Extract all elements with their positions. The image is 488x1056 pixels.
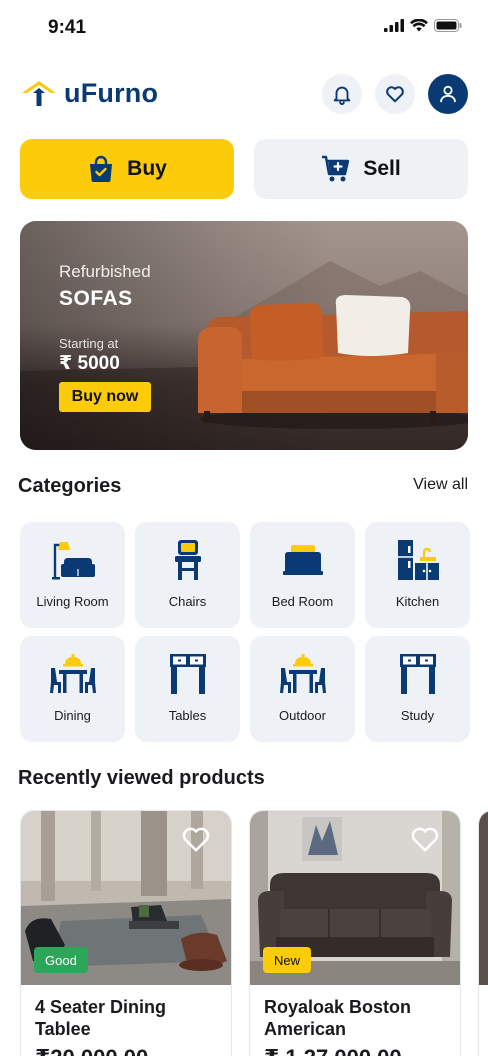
category-living-room[interactable]: Living Room (20, 522, 125, 628)
study-desk-icon (399, 654, 436, 694)
logo-text: uFurno (64, 78, 159, 108)
buy-mode-button[interactable]: Buy (20, 139, 234, 199)
product-price: ₹ 1,27,000.00 (264, 1045, 402, 1056)
recently-viewed-carousel[interactable]: Good 4 Seater Dining Tablee ₹20,000.00 (20, 810, 488, 1056)
favorite-heart-icon[interactable] (181, 825, 211, 853)
category-label: Living Room (36, 594, 109, 609)
status-icons (384, 19, 462, 32)
bed-icon (282, 545, 323, 575)
category-label: Kitchen (395, 594, 440, 609)
outdoor-icon (279, 654, 326, 693)
category-bed-room[interactable]: Bed Room (250, 522, 355, 628)
banner-title: SOFAS (59, 287, 133, 310)
wishlist-button[interactable] (375, 74, 415, 114)
category-label: Study (400, 708, 435, 723)
category-dining[interactable]: Dining (20, 636, 125, 742)
category-outdoor[interactable]: Outdoor (250, 636, 355, 742)
product-image (479, 811, 488, 985)
status-bar: 9:41 (0, 0, 488, 54)
promo-banner[interactable]: Refurbished SOFAS Starting at ₹ 5000 Buy… (20, 221, 468, 450)
bell-icon (333, 86, 351, 105)
categories-grid: Living Room Chairs Bed Room Kitchen Dini… (20, 522, 470, 742)
category-tables[interactable]: Tables (135, 636, 240, 742)
product-name: Royaloak Boston American (264, 997, 412, 1039)
wifi-icon (410, 19, 428, 32)
shopping-bag-icon (90, 155, 113, 182)
view-all-link[interactable]: View all (413, 476, 468, 494)
buy-now-button[interactable]: Buy now (59, 382, 151, 412)
app-header: uFurno (0, 70, 488, 126)
app-logo[interactable]: uFurno (20, 78, 158, 109)
category-chairs[interactable]: Chairs (135, 522, 240, 628)
product-card[interactable]: New Royaloak Boston American ₹ 1,27,000.… (249, 810, 461, 1056)
sofa-image (198, 295, 468, 429)
category-label: Tables (168, 708, 207, 723)
battery-icon (434, 19, 462, 32)
dining-icon (49, 654, 96, 693)
status-time: 9:41 (48, 17, 87, 38)
product-card-partial[interactable] (478, 810, 488, 1056)
product-name: 4 Seater Dining Tablee (35, 997, 167, 1039)
chair-icon (174, 540, 201, 580)
banner-subtitle: Refurbished (59, 262, 151, 281)
kitchen-icon (397, 540, 439, 580)
categories-title: Categories (18, 475, 122, 497)
product-price: ₹20,000.00 (35, 1045, 148, 1056)
cellular-signal-icon (384, 19, 404, 32)
profile-button[interactable] (428, 74, 468, 114)
category-study[interactable]: Study (365, 636, 470, 742)
house-logo-icon (22, 80, 56, 106)
sell-label: Sell (363, 157, 401, 180)
heart-icon (386, 86, 404, 103)
category-label: Chairs (168, 594, 207, 609)
banner-starting-label: Starting at (59, 336, 119, 351)
cart-add-icon (322, 155, 350, 182)
recently-viewed-title: Recently viewed products (18, 767, 265, 789)
product-card[interactable]: Good 4 Seater Dining Tablee ₹20,000.00 (20, 810, 232, 1056)
sell-mode-button[interactable]: Sell (254, 139, 468, 199)
banner-price: ₹ 5000 (59, 353, 120, 374)
category-label: Dining (54, 708, 91, 723)
buy-label: Buy (127, 157, 167, 180)
condition-badge: New (263, 947, 312, 973)
category-kitchen[interactable]: Kitchen (365, 522, 470, 628)
category-label: Bed Room (271, 594, 334, 609)
condition-badge: Good (34, 947, 88, 973)
notifications-button[interactable] (322, 74, 362, 114)
category-label: Outdoor (279, 708, 326, 723)
living-room-icon (51, 542, 95, 580)
table-icon (169, 654, 206, 694)
user-icon (440, 85, 456, 103)
favorite-heart-icon[interactable] (410, 825, 440, 853)
